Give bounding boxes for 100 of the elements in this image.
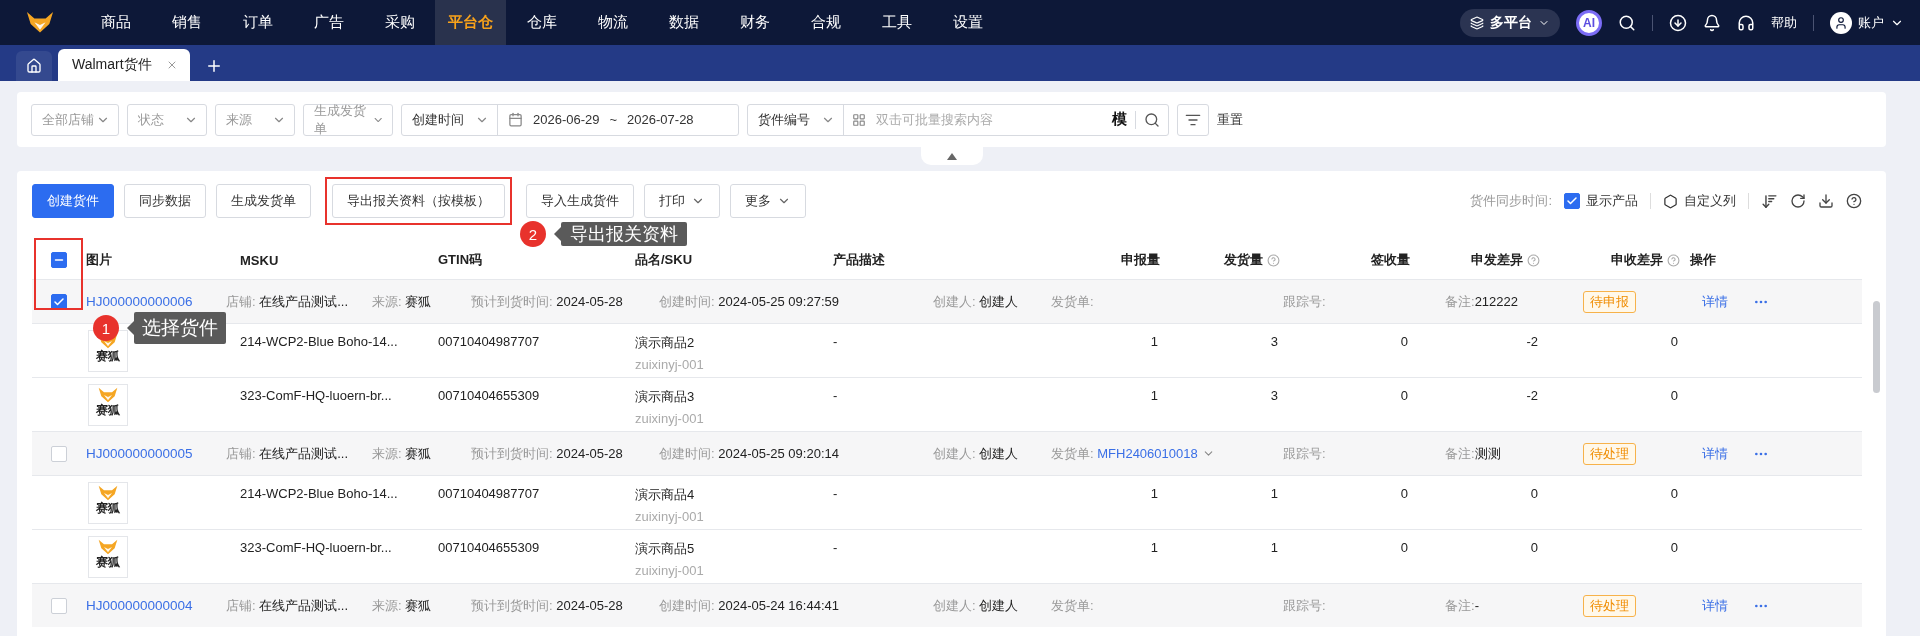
select-all-checkbox[interactable]: [51, 252, 67, 268]
home-tab[interactable]: [16, 51, 52, 81]
column-header: 发货量: [1170, 251, 1290, 269]
nav-item[interactable]: 商品: [80, 0, 151, 45]
description-cell-text: -: [833, 539, 839, 555]
received-qty-cell-text: 0: [1399, 333, 1409, 349]
nav-item[interactable]: 采购: [364, 0, 435, 45]
help-icon[interactable]: [1846, 193, 1862, 209]
gtin-cell-text: 00710404655309: [438, 539, 541, 555]
date-range-field[interactable]: 2026-06-29 ~ 2026-07-28: [498, 112, 738, 127]
page-tab[interactable]: Walmart货件: [58, 49, 190, 81]
headset-icon[interactable]: [1737, 13, 1755, 32]
store-field: 店铺: 在线产品测试...: [226, 596, 372, 615]
toolbar-button[interactable]: 生成发货单: [216, 184, 311, 218]
collapse-handle[interactable]: [920, 147, 983, 165]
custom-columns-button[interactable]: 自定义列: [1663, 192, 1736, 210]
toolbar-button[interactable]: 更多: [730, 184, 806, 218]
search-icon[interactable]: [1618, 13, 1636, 32]
home-icon: [26, 58, 42, 74]
nav-item[interactable]: 仓库: [506, 0, 577, 45]
nav-item[interactable]: 数据: [648, 0, 719, 45]
receive-diff-cell-text: 0: [1669, 485, 1679, 501]
shipment-id-link[interactable]: HJ000000000004: [86, 598, 226, 613]
product-name: 演示商品5: [635, 540, 696, 558]
ai-button[interactable]: AI: [1576, 9, 1602, 36]
reset-link[interactable]: 重置: [1217, 110, 1243, 129]
product-thumbnail: 赛狐: [88, 384, 128, 426]
user-avatar-icon[interactable]: [1830, 11, 1852, 34]
filter-button[interactable]: [1177, 103, 1209, 136]
column-header: 操作: [1690, 251, 1717, 269]
toolbar-button[interactable]: 同步数据: [124, 184, 206, 218]
product-thumbnail: 赛狐: [88, 536, 128, 578]
scrollbar[interactable]: [1873, 301, 1880, 393]
shipped-qty-cell-text: 3: [1269, 387, 1279, 403]
nav-item[interactable]: 财务: [719, 0, 790, 45]
store-field: 店铺: 在线产品测试...: [226, 444, 372, 463]
detail-link[interactable]: 详情: [1702, 596, 1753, 615]
date-type-select[interactable]: 创建时间: [402, 104, 498, 135]
creator-field: 创建人: 创建人: [933, 292, 1051, 311]
created-time-field: 创建时间: 2024-05-25 09:20:14: [659, 444, 933, 463]
sku-text: zuixinyj-001: [635, 562, 705, 578]
received-qty-cell-text: 0: [1399, 387, 1409, 403]
shipped-qty-cell-text: 1: [1269, 485, 1279, 501]
column-header: 签收量: [1370, 251, 1411, 269]
sync-time-label: 货件同步时间:: [1470, 192, 1552, 210]
detail-link[interactable]: 详情: [1702, 292, 1753, 311]
remark-field: 备注:-: [1445, 596, 1583, 615]
receive-diff-cell-text: 0: [1669, 539, 1679, 555]
refresh-icon[interactable]: [1790, 193, 1806, 209]
fox-icon: [98, 485, 118, 501]
source-field: 来源: 赛狐: [372, 444, 471, 463]
product-name: 演示商品2: [635, 334, 696, 352]
nav-item[interactable]: 合规: [790, 0, 861, 45]
row-checkbox[interactable]: [51, 293, 67, 310]
download-icon[interactable]: [1669, 13, 1687, 32]
user-icon: [1834, 15, 1848, 30]
sku-text: zuixinyj-001: [635, 410, 705, 426]
created-time-field: 创建时间: 2024-05-25 09:27:59: [659, 292, 933, 311]
shipment-label: 发货单:: [1051, 293, 1094, 309]
nav-item[interactable]: 订单: [222, 0, 293, 45]
toolbar-button[interactable]: 导出报关资料（按模板）: [332, 184, 505, 218]
bell-icon[interactable]: [1703, 13, 1721, 32]
product-name: 演示商品4: [635, 486, 696, 504]
toolbar-button[interactable]: 创建货件: [32, 184, 114, 218]
nav-item[interactable]: 设置: [932, 0, 1003, 45]
nav-item[interactable]: 平台仓: [435, 0, 506, 45]
receive-diff-cell-text: 0: [1669, 387, 1679, 403]
shipment-link[interactable]: MFH2406010018: [1097, 445, 1215, 461]
check-icon: [53, 295, 65, 308]
receive-diff-cell-text: 0: [1669, 333, 1679, 349]
sort-icon[interactable]: [1761, 192, 1778, 210]
created-time-field: 创建时间: 2024-05-24 16:44:41: [659, 596, 933, 615]
shipment-id-link[interactable]: HJ000000000006: [86, 294, 226, 309]
nav-item[interactable]: 销售: [151, 0, 222, 45]
column-header: 产品描述: [833, 251, 886, 269]
ship-diff-cell-text: -2: [1525, 387, 1539, 403]
nav-item[interactable]: 物流: [577, 0, 648, 45]
download-icon[interactable]: [1818, 193, 1834, 209]
show-products-checkbox[interactable]: 显示产品: [1564, 192, 1638, 210]
gtin-cell-text: 00710404655309: [438, 387, 541, 403]
product-name: 演示商品3: [635, 388, 696, 406]
account-menu[interactable]: 账户: [1858, 13, 1884, 32]
fox-logo-icon: [26, 11, 54, 34]
callout-tooltip: 选择货件: [127, 312, 226, 344]
nav-item[interactable]: 广告: [293, 0, 364, 45]
help-link[interactable]: 帮助: [1771, 13, 1797, 32]
store-field: 店铺: 在线产品测试...: [226, 292, 372, 311]
status-tag: 待申报: [1583, 290, 1636, 313]
triangle-up-icon: [946, 152, 957, 160]
msku-cell-text: 214-WCP2-Blue Boho-14...: [240, 333, 399, 349]
platform-select[interactable]: 多平台: [1460, 8, 1560, 37]
detail-link[interactable]: 详情: [1702, 444, 1753, 463]
status-tag: 待处理: [1583, 442, 1636, 465]
fox-icon: [98, 387, 118, 403]
nav-item[interactable]: 工具: [861, 0, 932, 45]
toolbar-button[interactable]: 导入生成货件: [526, 184, 634, 218]
toolbar-button[interactable]: 打印: [644, 184, 720, 218]
status-tag: 待处理: [1583, 594, 1636, 617]
creator-field: 创建人: 创建人: [933, 596, 1051, 615]
shipment-id-link[interactable]: HJ000000000005: [86, 446, 226, 461]
